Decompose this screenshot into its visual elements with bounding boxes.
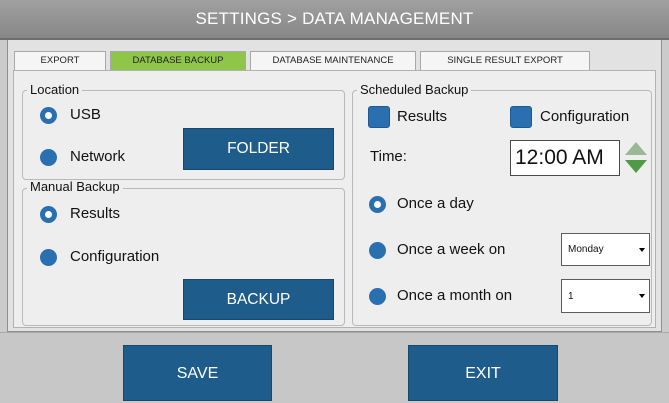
manual-configuration-radio[interactable] [40,248,57,266]
results-checkbox[interactable] [368,106,390,128]
results-checkbox-label: Results [397,108,448,125]
once-a-week-label: Once a week on [397,241,506,258]
manual-results-radio[interactable] [40,205,57,223]
network-radio[interactable] [40,148,57,166]
location-legend: Location [27,83,83,97]
tab-database-backup[interactable]: DATABASE BACKUP [110,51,246,70]
radio-option-once-a-week[interactable]: Once a week on [369,241,505,259]
usb-label: USB [70,106,101,123]
title-bar: SETTINGS > DATA MANAGEMENT [0,0,669,40]
arrow-up-icon[interactable] [625,142,647,155]
manual-configuration-label: Configuration [70,248,160,265]
exit-button[interactable]: EXIT [408,345,558,401]
network-label: Network [70,148,126,165]
save-button[interactable]: SAVE [123,345,272,401]
month-day-select-value: 1 [568,290,574,302]
tab-database-maintenance[interactable]: DATABASE MAINTENANCE [250,51,416,70]
radio-option-network[interactable]: Network [40,148,125,166]
once-a-day-label: Once a day [397,195,474,212]
chevron-down-icon[interactable] [639,294,645,298]
page-title: SETTINGS > DATA MANAGEMENT [195,9,474,28]
checkbox-option-configuration[interactable]: Configuration [510,106,629,128]
time-input[interactable]: 12:00 AM [510,140,620,176]
once-a-month-label: Once a month on [397,287,513,304]
configuration-checkbox[interactable] [510,106,532,128]
configuration-checkbox-label: Configuration [540,108,630,125]
checkbox-option-results[interactable]: Results [368,106,447,128]
radio-option-usb[interactable]: USB [40,106,101,124]
time-label: Time: [370,148,407,165]
chevron-down-icon[interactable] [639,247,645,252]
backup-button[interactable]: BACKUP [183,279,334,320]
tab-export[interactable]: EXPORT [14,51,106,70]
weekday-select[interactable]: Monday [561,233,650,266]
usb-radio[interactable] [40,106,57,124]
manual-results-label: Results [70,205,121,222]
scheduled-backup-legend: Scheduled Backup [357,83,472,97]
once-a-day-radio[interactable] [369,195,386,213]
month-day-select[interactable]: 1 [561,279,650,313]
weekday-select-value: Monday [568,244,604,255]
radio-option-manual-results[interactable]: Results [40,205,120,223]
folder-button[interactable]: FOLDER [183,128,334,170]
radio-option-once-a-month[interactable]: Once a month on [369,287,512,305]
footer-bar [0,332,669,403]
radio-option-once-a-day[interactable]: Once a day [369,195,474,213]
arrow-down-icon[interactable] [625,160,647,173]
once-a-week-radio[interactable] [369,241,386,259]
tab-single-result-export[interactable]: SINGLE RESULT EXPORT [420,51,590,70]
radio-option-manual-configuration[interactable]: Configuration [40,248,159,266]
manual-backup-legend: Manual Backup [27,180,123,194]
once-a-month-radio[interactable] [369,287,386,305]
